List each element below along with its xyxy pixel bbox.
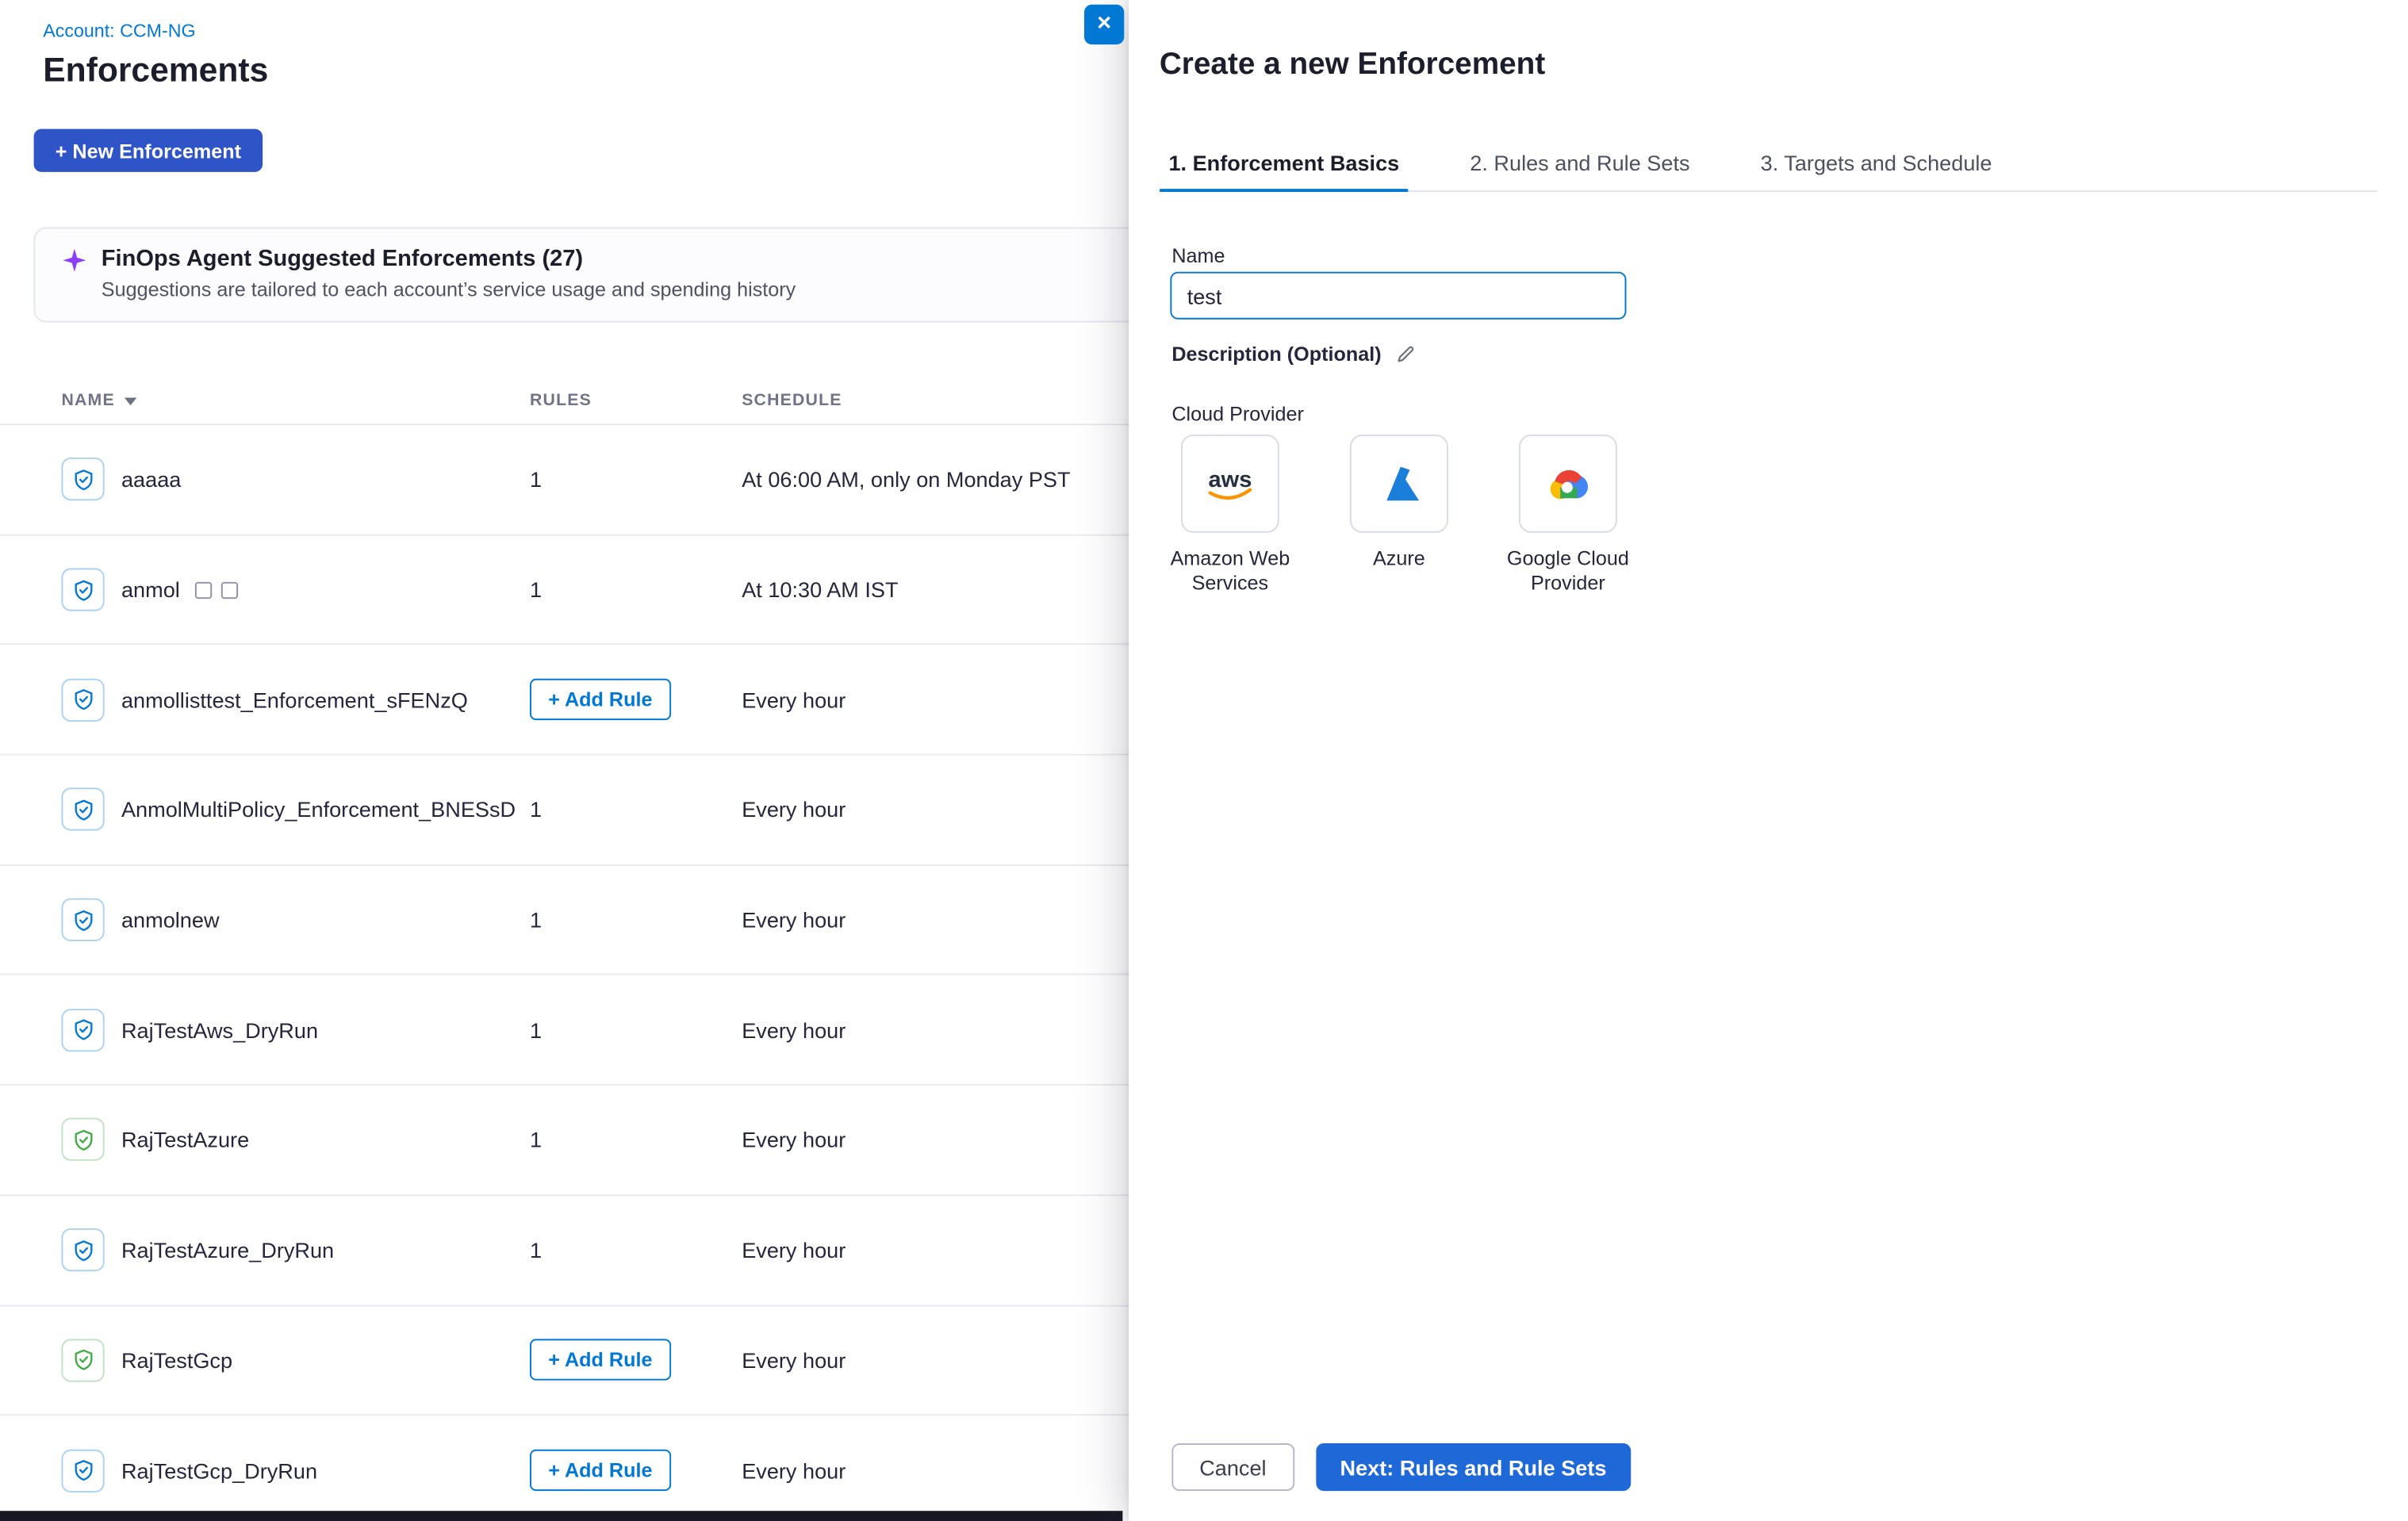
wizard-tabs: 1. Enforcement Basics 2. Rules and Rule … bbox=[1160, 135, 2377, 192]
next-button[interactable]: Next: Rules and Rule Sets bbox=[1316, 1443, 1632, 1491]
row-name-cell: AnmolMultiPolicy_Enforcement_BNESsD bbox=[61, 788, 530, 831]
row-rules: 1 bbox=[530, 1017, 742, 1042]
row-name: AnmolMultiPolicy_Enforcement_BNESsD bbox=[121, 798, 516, 822]
shield-check-icon bbox=[61, 788, 104, 831]
row-extra-icons bbox=[195, 581, 238, 598]
row-name-cell: RajTestGcp bbox=[61, 1339, 530, 1381]
shield-check-icon bbox=[61, 1449, 104, 1492]
banner-subtitle: Suggestions are tailored to each account… bbox=[102, 278, 796, 301]
row-name-cell: anmol bbox=[61, 568, 530, 611]
column-header-name-label: NAME bbox=[61, 392, 114, 410]
row-name: RajTestGcp_DryRun bbox=[121, 1458, 317, 1483]
tab-targets-and-schedule[interactable]: 3. Targets and Schedule bbox=[1751, 135, 2001, 190]
provider-card-gcp[interactable]: Google Cloud Provider bbox=[1494, 435, 1642, 596]
name-label: Name bbox=[1171, 244, 1225, 267]
row-name: anmollisttest_Enforcement_sFENzQ bbox=[121, 688, 468, 712]
cloud-provider-label: Cloud Provider bbox=[1171, 402, 1304, 425]
shield-check-icon bbox=[61, 458, 104, 501]
checkbox-icon[interactable] bbox=[221, 581, 238, 598]
shield-check-icon bbox=[61, 568, 104, 611]
drawer-footer: Cancel Next: Rules and Rule Sets bbox=[1171, 1443, 1631, 1491]
svg-text:aws: aws bbox=[1208, 467, 1252, 492]
row-name-cell: anmolnew bbox=[61, 898, 530, 941]
drawer-title: Create a new Enforcement bbox=[1160, 48, 1545, 83]
shield-check-icon bbox=[61, 1228, 104, 1271]
shield-check-icon bbox=[61, 898, 104, 941]
row-rules: + Add Rule bbox=[530, 679, 742, 720]
row-rules: 1 bbox=[530, 577, 742, 602]
shield-check-icon bbox=[61, 1118, 104, 1161]
checkbox-icon[interactable] bbox=[195, 581, 212, 598]
row-rules: 1 bbox=[530, 907, 742, 932]
banner-text: FinOps Agent Suggested Enforcements (27)… bbox=[102, 246, 796, 301]
sort-desc-icon bbox=[124, 397, 136, 405]
sparkle-icon bbox=[63, 249, 86, 272]
shield-check-icon bbox=[61, 1339, 104, 1381]
column-header-name[interactable]: NAME bbox=[61, 392, 530, 410]
row-name: RajTestAzure_DryRun bbox=[121, 1238, 334, 1262]
row-name-cell: anmollisttest_Enforcement_sFENzQ bbox=[61, 678, 530, 721]
cloud-provider-options: aws Amazon Web Services Azure bbox=[1156, 435, 1642, 596]
shield-check-icon bbox=[61, 678, 104, 721]
close-button[interactable]: × bbox=[1084, 5, 1124, 44]
row-name-cell: RajTestAws_DryRun bbox=[61, 1009, 530, 1052]
add-rule-button[interactable]: + Add Rule bbox=[530, 1450, 671, 1491]
tab-rules-and-rule-sets[interactable]: 2. Rules and Rule Sets bbox=[1461, 135, 1700, 190]
provider-card-azure[interactable]: Azure bbox=[1325, 435, 1473, 596]
row-name: anmol bbox=[121, 577, 180, 602]
column-header-rules: RULES bbox=[530, 392, 742, 410]
edit-description-icon[interactable] bbox=[1395, 344, 1415, 364]
row-name-cell: aaaaa bbox=[61, 458, 530, 501]
row-name-cell: RajTestAzure_DryRun bbox=[61, 1228, 530, 1271]
row-rules: + Add Rule bbox=[530, 1450, 742, 1491]
tab-enforcement-basics[interactable]: 1. Enforcement Basics bbox=[1160, 135, 1409, 190]
provider-card-aws[interactable]: aws Amazon Web Services bbox=[1156, 435, 1304, 596]
row-rules: 1 bbox=[530, 467, 742, 492]
create-enforcement-drawer: × Create a new Enforcement 1. Enforcemen… bbox=[1129, 0, 2408, 1521]
breadcrumb[interactable]: Account: CCM-NG bbox=[43, 20, 195, 41]
new-enforcement-button[interactable]: + New Enforcement bbox=[34, 129, 263, 172]
page-title: Enforcements bbox=[43, 51, 268, 90]
row-rules: 1 bbox=[530, 1128, 742, 1152]
row-rules: + Add Rule bbox=[530, 1339, 742, 1381]
shield-check-icon bbox=[61, 1009, 104, 1052]
provider-label-gcp: Google Cloud Provider bbox=[1494, 546, 1642, 596]
bottom-bar bbox=[0, 1511, 1122, 1521]
add-rule-button[interactable]: + Add Rule bbox=[530, 679, 671, 720]
row-name: aaaaa bbox=[121, 467, 181, 492]
aws-logo-icon: aws bbox=[1181, 435, 1279, 533]
row-name: anmolnew bbox=[121, 907, 220, 932]
gcp-logo-icon bbox=[1519, 435, 1617, 533]
row-name: RajTestGcp bbox=[121, 1348, 232, 1373]
azure-logo-icon bbox=[1350, 435, 1448, 533]
banner-title: FinOps Agent Suggested Enforcements (27) bbox=[102, 246, 796, 272]
row-rules: 1 bbox=[530, 1238, 742, 1262]
row-name: RajTestAzure bbox=[121, 1128, 249, 1152]
row-name-cell: RajTestGcp_DryRun bbox=[61, 1449, 530, 1492]
provider-label-azure: Azure bbox=[1373, 546, 1425, 571]
description-row: Description (Optional) bbox=[1171, 343, 1415, 366]
app: Account: CCM-NG Enforcements + New Enfor… bbox=[0, 0, 2408, 1521]
provider-label-aws: Amazon Web Services bbox=[1156, 546, 1304, 596]
name-input[interactable] bbox=[1170, 272, 1626, 320]
row-rules: 1 bbox=[530, 798, 742, 822]
cancel-button[interactable]: Cancel bbox=[1171, 1443, 1294, 1491]
row-name: RajTestAws_DryRun bbox=[121, 1017, 318, 1042]
description-label: Description (Optional) bbox=[1171, 343, 1381, 366]
row-name-cell: RajTestAzure bbox=[61, 1118, 530, 1161]
add-rule-button[interactable]: + Add Rule bbox=[530, 1339, 671, 1381]
